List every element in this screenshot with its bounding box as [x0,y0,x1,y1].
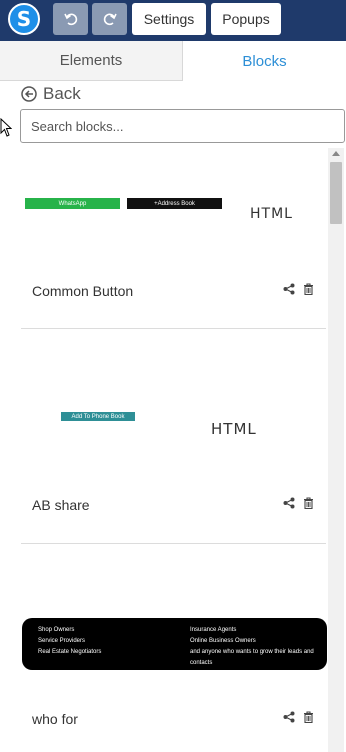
redo-icon [103,13,117,26]
settings-button[interactable]: Settings [132,3,206,35]
share-icon[interactable] [283,711,295,723]
tab-elements[interactable]: Elements [0,41,183,81]
popups-button[interactable]: Popups [211,3,281,35]
preview-right-column: Insurance Agents Online Business Owners … [190,625,314,669]
preview-text: Insurance Agents [190,627,237,633]
preview-left-column: Shop Owners Service Providers Real Estat… [38,625,101,658]
app-logo: S [8,3,40,35]
search-blocks-input[interactable] [20,109,345,143]
back-link[interactable]: Back [21,84,81,104]
preview-text: Real Estate Negotiators [38,649,102,655]
redo-button[interactable] [92,3,127,35]
block-card[interactable]: Shop Owners Service Providers Real Estat… [21,148,327,752]
preview-text: Shop Owners [38,627,75,633]
undo-button[interactable] [53,3,88,35]
preview-text: contacts [190,660,213,666]
block-actions [283,711,314,723]
tab-blocks[interactable]: Blocks [183,41,346,81]
preview-text: Online Business Owners [190,638,256,644]
scroll-up-arrow-icon[interactable] [332,151,340,156]
scrollbar-thumb[interactable] [330,162,342,224]
back-arrow-icon [21,86,37,102]
panel-tabs: Elements Blocks [0,41,346,81]
blocks-list[interactable]: WhatsApp +Address Book HTML Common Butto… [0,148,346,752]
preview-text: and anyone who wants to grow their leads… [190,649,314,655]
mouse-cursor-icon [0,118,12,137]
trash-icon[interactable] [303,711,314,723]
back-label: Back [43,84,81,103]
top-toolbar: S Settings Popups [0,0,346,41]
block-name: who for [32,711,78,727]
preview-who-for-box: Shop Owners Service Providers Real Estat… [22,618,327,670]
logo-letter: S [16,7,32,31]
undo-icon [63,13,77,26]
preview-text: Service Providers [38,638,86,644]
scrollbar[interactable] [328,148,344,752]
